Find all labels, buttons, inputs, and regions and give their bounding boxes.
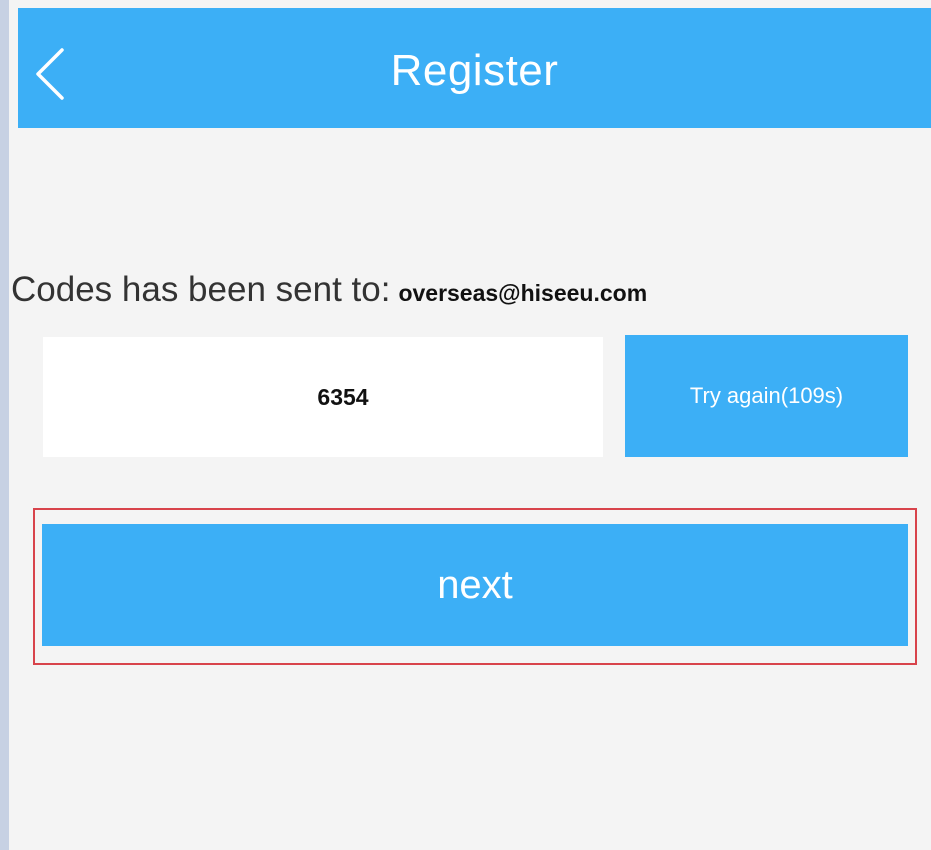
code-sent-label: Codes has been sent to:: [11, 270, 391, 309]
app-header: Register: [18, 8, 931, 128]
code-sent-message: Codes has been sent to: overseas@hiseeu.c…: [11, 270, 647, 310]
status-strip: [9, 0, 931, 8]
recipient-email: overseas@hiseeu.com: [398, 280, 648, 306]
register-screen: Register Codes has been sent to: overseas…: [9, 0, 931, 850]
try-again-button[interactable]: Try again(109s): [625, 335, 908, 457]
page-title: Register: [390, 46, 559, 95]
window-left-border: [0, 0, 9, 850]
next-button[interactable]: next: [42, 524, 908, 646]
verification-code-input[interactable]: [43, 337, 603, 457]
